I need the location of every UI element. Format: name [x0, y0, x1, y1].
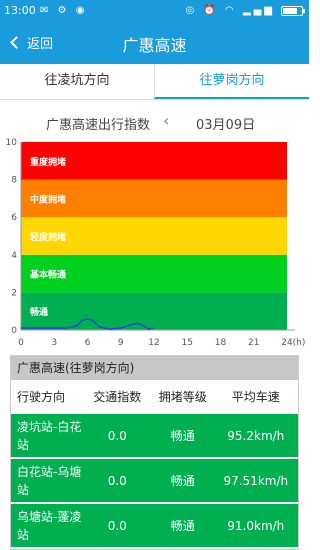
col-direction: 行驶方向 [17, 389, 66, 404]
prev-date-button[interactable]: ‹ [163, 111, 169, 130]
page-title: 广惠高速 [122, 36, 187, 55]
segment-speed: 95.2km/h [227, 428, 285, 443]
y-tick-label: 0 [11, 326, 17, 336]
y-tick-label: 4 [11, 251, 17, 261]
band-label: 中度拥堵 [30, 193, 66, 205]
table-title: 广惠高速(往萝岗方向) [11, 356, 298, 380]
segment-name: 凌坑站-白花站 [17, 419, 82, 452]
segment-name: 乌塘站-蓬凌站 [17, 509, 82, 542]
status-time: 13:00 [4, 4, 36, 17]
tab-to-lingkeng[interactable]: 往凌坑方向 [0, 64, 154, 99]
chart-header: 广惠高速出行指数 ‹ 03月09日 › [0, 110, 309, 136]
tab-to-luogang[interactable]: 往萝岗方向 [154, 64, 309, 99]
x-axis-label: (h) [293, 338, 306, 348]
band-0-2 [21, 292, 287, 330]
table-row[interactable]: 乌塘站-蓬凌站 0.0 畅通 91.0km/h [11, 502, 298, 547]
col-speed: 平均车速 [231, 389, 280, 404]
direction-tabs: 往凌坑方向 往萝岗方向 [0, 64, 309, 100]
y-tick-label: 6 [11, 213, 17, 223]
traffic-index-chart: 畅通基本畅通轻度拥堵中度拥堵重度拥堵02468100 3 6 9 12 15 18 21 24(… [6, 138, 306, 348]
battery-icon [281, 6, 305, 16]
x-tick-label: 3 [51, 338, 57, 348]
notification-icons: ✉ ⚙ ◉ [40, 5, 88, 16]
segment-level: 畅通 [170, 519, 195, 533]
band-label: 轻度拥堵 [30, 231, 66, 243]
chart-title: 广惠高速出行指数 [46, 118, 151, 133]
table-header: 行驶方向 交通指数 拥堵等级 平均车速 [11, 380, 298, 412]
segment-level: 畅通 [170, 429, 195, 443]
band-label: 基本畅通 [29, 269, 66, 281]
x-tick-label: 0 [18, 338, 24, 348]
x-tick-label: 6 [85, 338, 91, 348]
segment-speed: 91.0km/h [227, 518, 285, 533]
x-tick-label: 12 [148, 338, 159, 348]
y-tick-label: 10 [6, 138, 18, 148]
x-tick-label: 24 [281, 338, 293, 348]
x-tick-label: 15 [182, 338, 193, 348]
next-date-button[interactable]: › [249, 111, 255, 130]
segment-speed: 97.51km/h [223, 473, 289, 488]
system-icons: ◎ ⏰ ◠ ▂▄▆ [185, 5, 275, 16]
band-label: 重度拥堵 [30, 156, 66, 168]
y-tick-label: 8 [11, 176, 17, 186]
app-header: 返回 广惠高速 [0, 22, 309, 64]
status-bar: 13:00 ✉ ⚙ ◉ ◎ ⏰ ◠ ▂▄▆ [0, 0, 309, 22]
x-tick-label: 18 [215, 338, 227, 348]
table-row[interactable]: 凌坑站-白花站 0.0 畅通 95.2km/h [11, 412, 298, 457]
segment-table: 广惠高速(往萝岗方向) 行驶方向 交通指数 拥堵等级 平均车速 凌坑站-白花站 … [10, 355, 299, 550]
segment-index: 0.0 [107, 428, 127, 443]
y-tick-label: 2 [11, 288, 17, 298]
band-label: 畅通 [30, 306, 48, 318]
segment-index: 0.0 [107, 473, 127, 488]
col-level: 拥堵等级 [158, 389, 207, 404]
segment-name: 白花站-乌塘站 [17, 464, 82, 497]
x-tick-label: 9 [118, 338, 124, 348]
table-row[interactable]: 白花站-乌塘站 0.0 畅通 97.51km/h [11, 457, 298, 502]
col-index: 交通指数 [93, 389, 142, 404]
segment-level: 畅通 [170, 474, 195, 488]
chart-date: 03月09日 [196, 118, 256, 133]
x-tick-label: 21 [248, 338, 259, 348]
segment-index: 0.0 [107, 518, 127, 533]
